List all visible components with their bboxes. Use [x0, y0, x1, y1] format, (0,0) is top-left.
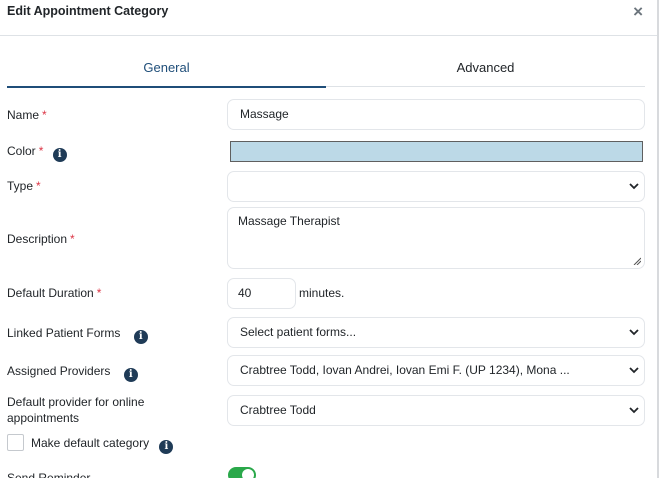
name-label: Name * [7, 108, 47, 122]
resize-handle-icon[interactable] [633, 257, 641, 265]
dialog-title: Edit Appointment Category [7, 4, 169, 18]
info-icon[interactable]: i [52, 148, 67, 162]
send-reminder-label: Send Reminder [7, 471, 91, 478]
chevron-down-icon [629, 407, 639, 414]
toggle-knob [242, 469, 254, 478]
default-provider-online-select[interactable]: Crabtree Todd [227, 395, 645, 426]
edit-appointment-category-dialog: Edit Appointment Category × General Adva… [0, 0, 659, 478]
linked-patient-forms-placeholder: Select patient forms... [240, 325, 357, 339]
required-marker: * [42, 108, 47, 122]
required-marker: * [96, 286, 102, 300]
tab-general[interactable]: General [7, 52, 326, 88]
description-label: Description * [7, 232, 75, 246]
dialog-header: Edit Appointment Category × [0, 0, 657, 36]
assigned-providers-value: Crabtree Todd, Iovan Andrei, Iovan Emi F… [240, 363, 570, 377]
type-select[interactable] [227, 171, 645, 202]
linked-patient-forms-select[interactable]: Select patient forms... [227, 317, 645, 348]
type-label: Type * [7, 179, 41, 193]
duration-unit-label: minutes. [299, 286, 345, 300]
required-marker: * [36, 179, 41, 193]
info-icon[interactable]: i [159, 440, 174, 454]
info-icon[interactable]: i [133, 330, 148, 344]
chevron-down-icon [629, 183, 639, 190]
required-marker: * [38, 144, 44, 158]
make-default-category-checkbox[interactable] [7, 434, 24, 451]
send-reminder-toggle[interactable] [228, 467, 256, 478]
required-marker: * [70, 232, 75, 246]
description-text: Massage Therapist [238, 214, 340, 228]
close-icon[interactable]: × [633, 3, 643, 21]
color-label: Color * i [7, 143, 67, 162]
tab-bar: General Advanced [7, 52, 645, 88]
default-duration-input[interactable]: 40 [227, 278, 296, 309]
name-input[interactable]: Massage [227, 99, 645, 130]
linked-patient-forms-label: Linked Patient Forms i [7, 325, 148, 344]
chevron-down-icon [629, 367, 639, 374]
info-icon[interactable]: i [123, 368, 138, 382]
default-duration-label: Default Duration * [7, 286, 102, 300]
default-provider-online-value: Crabtree Todd [240, 403, 316, 417]
chevron-down-icon [629, 329, 639, 336]
color-picker[interactable] [230, 141, 643, 162]
tab-advanced[interactable]: Advanced [326, 52, 645, 87]
assigned-providers-label: Assigned Providers i [7, 363, 138, 382]
assigned-providers-select[interactable]: Crabtree Todd, Iovan Andrei, Iovan Emi F… [227, 355, 645, 386]
description-textarea[interactable]: Massage Therapist [227, 207, 645, 269]
default-provider-online-label: Default provider for online appointments [7, 395, 145, 425]
make-default-category-label: Make default category i [31, 435, 174, 454]
